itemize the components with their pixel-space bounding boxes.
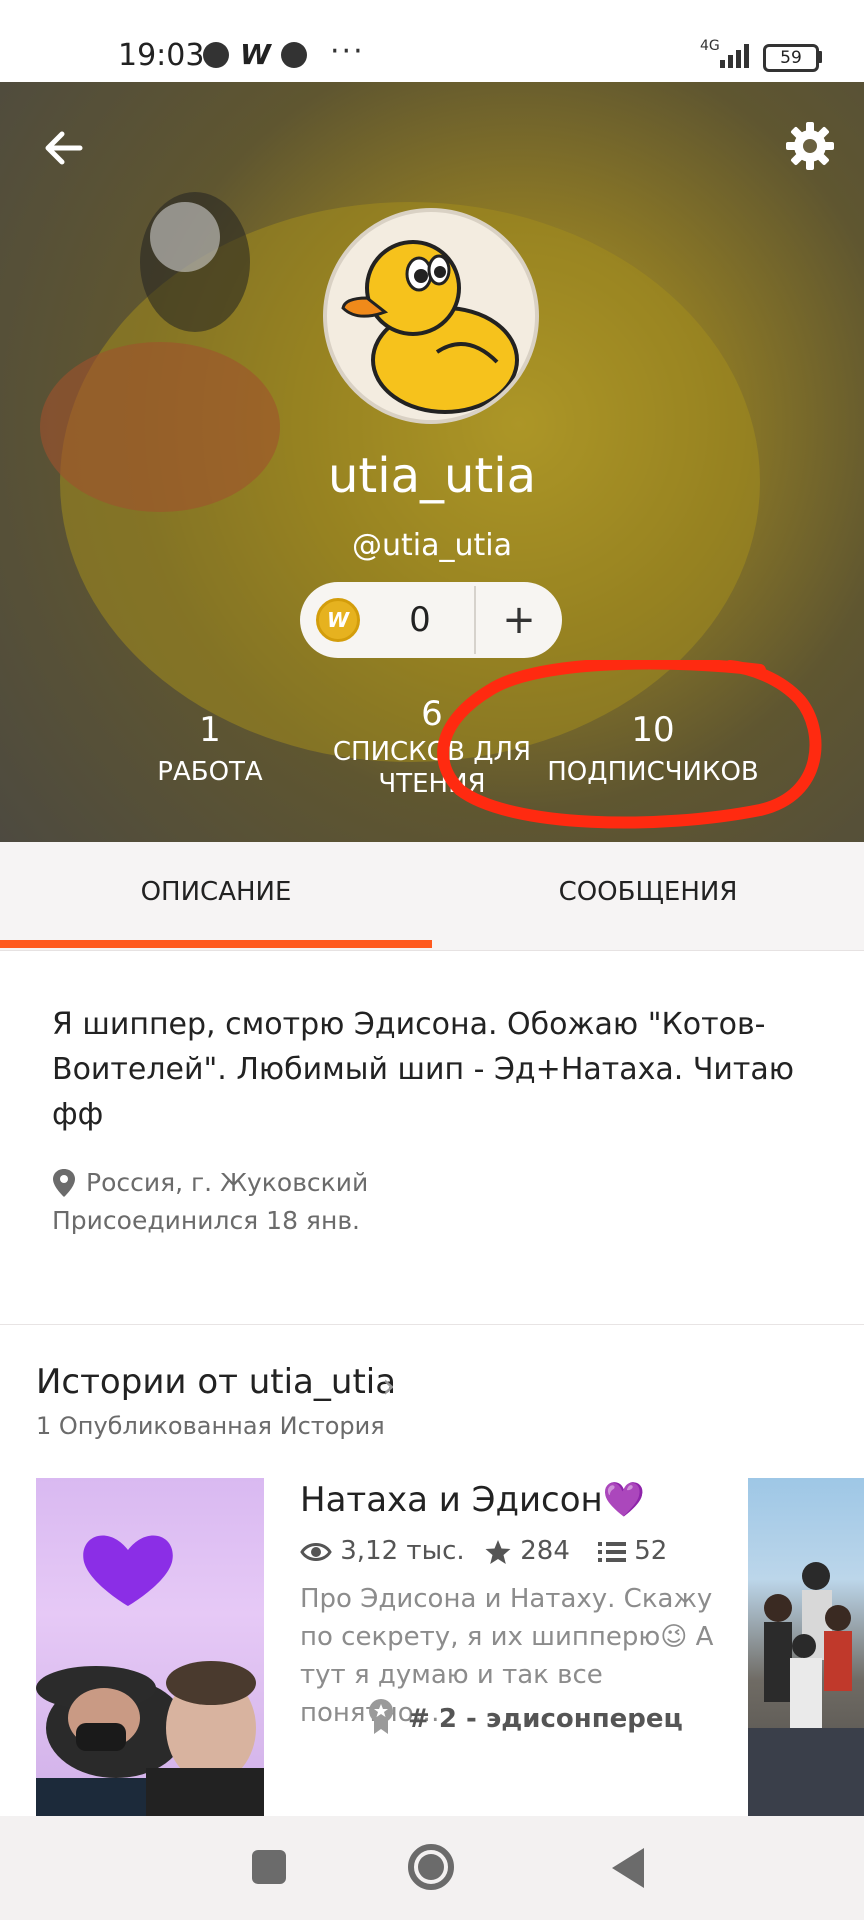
home-button-dot <box>418 1854 444 1880</box>
votes-count-value: 284 <box>520 1536 570 1566</box>
profile-handle: @utia_utia <box>352 528 512 563</box>
wattpad-icon: W <box>240 38 271 71</box>
battery-tip <box>818 51 822 63</box>
next-story-cover-image[interactable] <box>748 1478 864 1816</box>
chrome-icon-2 <box>281 42 307 68</box>
votes-count: 284 <box>484 1536 570 1566</box>
profile-joined-date: Присоединился 18 янв. <box>52 1206 360 1235</box>
parts-count: 52 <box>598 1536 667 1566</box>
stat-works-number: 1 <box>199 710 221 750</box>
add-coins-button[interactable]: + <box>476 582 562 658</box>
list-icon <box>598 1541 626 1562</box>
next-story-cover-art <box>748 1562 864 1816</box>
avatar[interactable] <box>323 208 539 424</box>
network-type: 4G <box>700 38 720 54</box>
about-text: Я шиппер, смотрю Эдисона. Обожаю "Котов-… <box>52 1007 795 1132</box>
story-title[interactable]: Натаха и Эдисон💜 <box>300 1480 645 1520</box>
tab-messages[interactable]: СООБЩЕНИЯ <box>432 842 864 942</box>
story-ranking-tag[interactable]: # 2 - эдисонперец <box>408 1704 683 1734</box>
stat-works-label: РАБОТА <box>157 757 263 787</box>
story-cover-image[interactable] <box>36 1478 264 1816</box>
parts-count-value: 52 <box>634 1536 668 1566</box>
recent-apps-button[interactable] <box>252 1850 286 1884</box>
story-cover-art <box>36 1535 264 1816</box>
more-notifications-icon: ··· <box>330 34 365 69</box>
header-duck-eye-highlight <box>150 202 220 272</box>
status-time: 19:03 <box>118 38 205 73</box>
section-divider <box>0 1324 864 1325</box>
system-back-button[interactable] <box>612 1848 644 1888</box>
tab-about[interactable]: ОПИСАНИЕ <box>0 842 432 942</box>
chrome-icon <box>203 42 229 68</box>
coin-icon: W <box>316 598 360 642</box>
reads-count-value: 3,12 тыс. <box>340 1536 465 1566</box>
back-button[interactable] <box>36 120 92 176</box>
arrow-left-icon <box>45 131 83 165</box>
star-icon <box>485 1539 511 1564</box>
profile-location: Россия, г. Жуковский <box>86 1168 369 1197</box>
stat-works[interactable]: 1 РАБОТА <box>130 710 290 788</box>
gear-icon <box>786 122 834 170</box>
signal-icon <box>720 44 749 68</box>
settings-button[interactable] <box>782 118 838 174</box>
battery-indicator: 59 <box>763 44 819 72</box>
eye-icon <box>300 1542 332 1561</box>
stories-count: 1 Опубликованная История <box>36 1412 385 1440</box>
reads-count: 3,12 тыс. <box>300 1536 465 1566</box>
ranking-badge-icon <box>369 1699 393 1734</box>
chevron-right-icon[interactable]: › <box>382 1366 396 1406</box>
location-pin-icon <box>53 1169 75 1197</box>
duck-avatar-image <box>341 240 519 414</box>
active-tab-indicator <box>0 940 432 948</box>
coin-count: 0 <box>409 600 431 640</box>
annotation-circle <box>437 660 822 829</box>
profile-display-name: utia_utia <box>328 448 536 504</box>
stories-section-title[interactable]: Истории от utia_utia <box>36 1362 396 1402</box>
